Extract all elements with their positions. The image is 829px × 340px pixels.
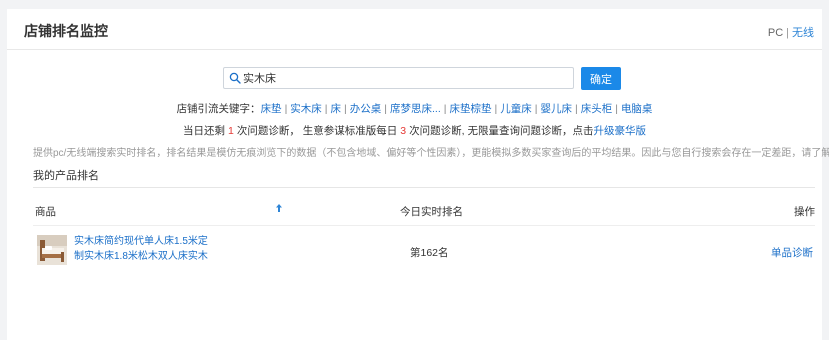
keyword-separator: | <box>284 103 288 115</box>
keyword-link[interactable]: 席梦思床... <box>390 103 441 115</box>
keyword-separator: | <box>324 103 328 115</box>
keyword-link[interactable]: 儿童床 <box>500 103 532 115</box>
keyword-separator: | <box>574 103 578 115</box>
product-thumbnail[interactable] <box>37 235 67 265</box>
keyword-link[interactable]: 办公桌 <box>350 103 382 115</box>
product-title-link[interactable]: 实木床简约现代单人床1.5米定 制实木床1.8米松木双人床实木 <box>74 234 214 264</box>
keyword-separator: | <box>344 103 347 115</box>
platform-switch: PC | 无线 <box>768 24 814 40</box>
daily-count: 3 <box>400 125 407 137</box>
diagnosis-quota: 当日还剩 1 次问题诊断， 生意参谋标准版每日 3 次问题诊断, 无限量查询问题诊断，点… <box>7 123 822 138</box>
keyword-link[interactable]: 床头柜 <box>581 103 613 115</box>
rank-monitor-panel: 店铺排名监控 PC|无线 确定 店铺引流关键字：床垫|实木床|床|办公桌|席梦思… <box>7 9 829 340</box>
keyword-link[interactable]: 婴儿床 <box>540 103 572 115</box>
keyword-separator: | <box>534 103 538 115</box>
keyword-link[interactable]: 电脑桌 <box>621 103 653 115</box>
panel-header: 店铺排名监控 PC | 无线 <box>7 9 822 50</box>
keyword-separator: | <box>443 103 447 115</box>
confirm-button[interactable]: 确定 <box>581 67 621 90</box>
rank-value: 第162名 <box>410 247 449 259</box>
keyword-link[interactable]: 床垫棕垫 <box>450 103 492 115</box>
search-input[interactable] <box>243 68 569 88</box>
platform-wireless-link[interactable]: 无线 <box>792 27 814 39</box>
sort-arrow-icon[interactable] <box>275 203 283 213</box>
quota-text: 当日还剩 <box>183 125 226 137</box>
platform-pc-option[interactable]: PC <box>768 27 783 39</box>
column-header-action: 操作 <box>794 206 815 218</box>
table-row: 实木床简约现代单人床1.5米定 制实木床1.8米松木双人床实木 第162名 单品… <box>33 232 815 276</box>
keyword-link[interactable]: 床 <box>331 103 342 115</box>
ranking-disclaimer: 提供pc/无线端搜索实时排名，排名结果是模仿无痕浏览下的数据（不包含地域、偏好等… <box>33 148 829 159</box>
product-title-line: 制实木床1.8米松木双人床实木 <box>74 251 208 262</box>
keyword-separator: | <box>494 103 498 115</box>
table-header: 商品 今日实时排名 操作 <box>33 196 815 226</box>
search-box <box>223 67 574 89</box>
single-item-diagnosis-link[interactable]: 单品诊断 <box>771 245 813 260</box>
column-header-product: 商品 <box>35 206 56 218</box>
traffic-keywords: 店铺引流关键字：床垫 | 实木床 | 床 | 办公桌 | 席梦思床... | 床垫棕垫 | 儿童床 | 婴儿… <box>7 101 822 116</box>
keywords-prefix: 店铺引流关键字： <box>176 103 261 115</box>
keyword-separator: | <box>384 103 387 115</box>
keyword-link[interactable]: 实木床 <box>290 103 322 115</box>
section-title: 我的产品排名 <box>33 170 99 182</box>
column-header-rank: 今日实时排名 <box>400 206 463 218</box>
platform-separator: | <box>786 27 789 39</box>
search-icon <box>229 72 241 84</box>
quota-text: 次问题诊断， 生意参谋标准版每日 <box>236 125 398 137</box>
quota-text: 次问题诊断, 无限量查询问题诊断，点击 <box>409 125 594 137</box>
product-title-line: 实木床简约现代单人床1.5米定 <box>74 236 208 247</box>
keyword-separator: | <box>615 103 618 115</box>
bed-image-icon <box>37 235 67 265</box>
remaining-count: 1 <box>228 125 234 137</box>
keyword-link[interactable]: 床垫 <box>261 103 282 115</box>
divider <box>33 187 815 188</box>
page-title: 店铺排名监控 <box>24 23 108 39</box>
upgrade-link[interactable]: 升级豪华版 <box>593 125 646 137</box>
